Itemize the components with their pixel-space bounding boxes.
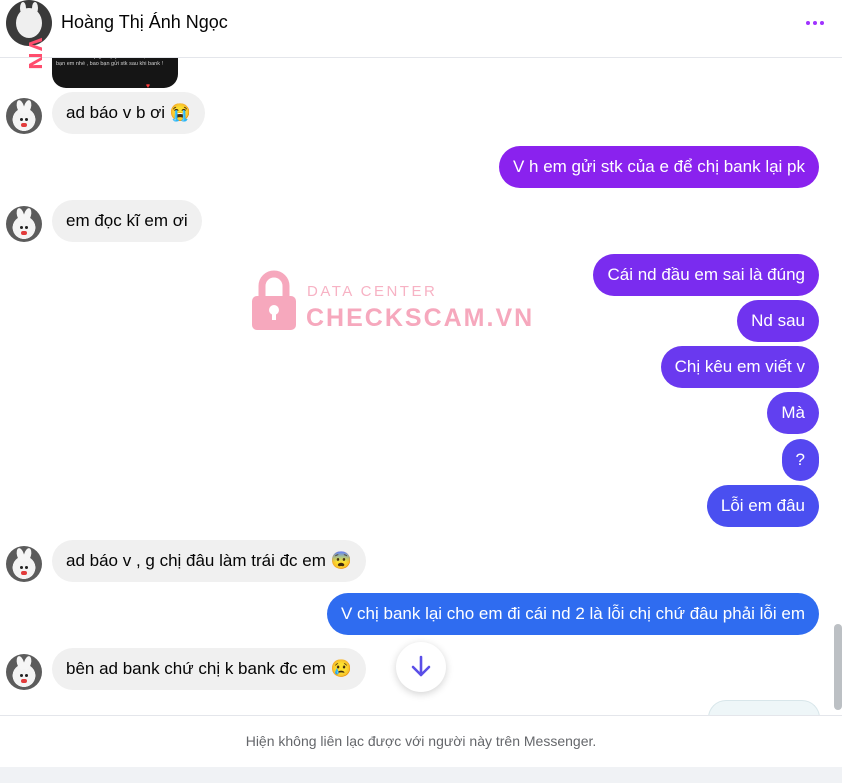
composer-disabled-area: Hiện không liên lạc được với người này t…: [0, 715, 842, 767]
scroll-to-bottom-button[interactable]: [396, 642, 446, 692]
checkscam-watermark: DATA CENTER CHECKSCAM.VN: [250, 270, 532, 336]
arrow-down-icon: [411, 655, 431, 677]
heart-reaction-icon: ♥: [145, 83, 150, 90]
message-incoming[interactable]: ad báo v , g chị đâu làm trái đc em 😨: [52, 540, 366, 582]
image-message-text: 120 đã bên shop giải quyết + hoàn lại ch…: [56, 58, 164, 67]
partial-message[interactable]: [708, 700, 820, 715]
vn-watermark: VN: [16, 12, 50, 94]
watermark-subtitle: DATA CENTER: [307, 283, 438, 300]
message-outgoing[interactable]: Nd sau: [737, 300, 819, 342]
message-outgoing[interactable]: ?: [781, 439, 819, 481]
image-message[interactable]: 120 đã bên shop giải quyết + hoàn lại ch…: [52, 58, 178, 90]
bottom-strip: [0, 767, 842, 783]
message-outgoing[interactable]: Lỗi em đâu: [706, 485, 819, 527]
message-outgoing[interactable]: Cái nd đầu em sai là đúng: [593, 254, 819, 296]
chat-scrollbar[interactable]: [834, 624, 842, 710]
unavailable-note: Hiện không liên lạc được với người này t…: [245, 733, 597, 749]
contact-name[interactable]: Hoàng Thị Ánh Ngọc: [61, 12, 228, 33]
contact-avatar-small[interactable]: [6, 206, 42, 242]
more-dots-icon[interactable]: [802, 10, 828, 36]
message-outgoing[interactable]: Mà: [767, 392, 819, 434]
messenger-window: Hoàng Thị Ánh Ngọc VN 120 đã bên shop gi…: [0, 0, 842, 783]
message-incoming[interactable]: bên ad bank chứ chị k bank đc em 😢: [52, 648, 366, 690]
message-incoming[interactable]: ad báo v b ơi 😭: [52, 92, 205, 134]
watermark-title: CHECKSCAM.VN: [306, 304, 535, 332]
message-list[interactable]: 120 đã bên shop giải quyết + hoàn lại ch…: [0, 58, 842, 715]
message-outgoing[interactable]: V h em gửi stk của e để chị bank lại pk: [498, 146, 819, 188]
message-incoming[interactable]: em đọc kĩ em ơi: [52, 200, 202, 242]
contact-avatar-small[interactable]: [6, 654, 42, 690]
contact-avatar-small[interactable]: [6, 546, 42, 582]
message-outgoing[interactable]: V chị bank lại cho em đi cái nd 2 là lỗi…: [326, 593, 819, 635]
vn-watermark-text: VN: [23, 36, 42, 69]
lock-icon: [252, 270, 296, 330]
contact-avatar-small[interactable]: [6, 98, 42, 134]
message-outgoing[interactable]: Chị kêu em viết v: [660, 346, 819, 388]
chat-header: Hoàng Thị Ánh Ngọc: [0, 0, 842, 58]
